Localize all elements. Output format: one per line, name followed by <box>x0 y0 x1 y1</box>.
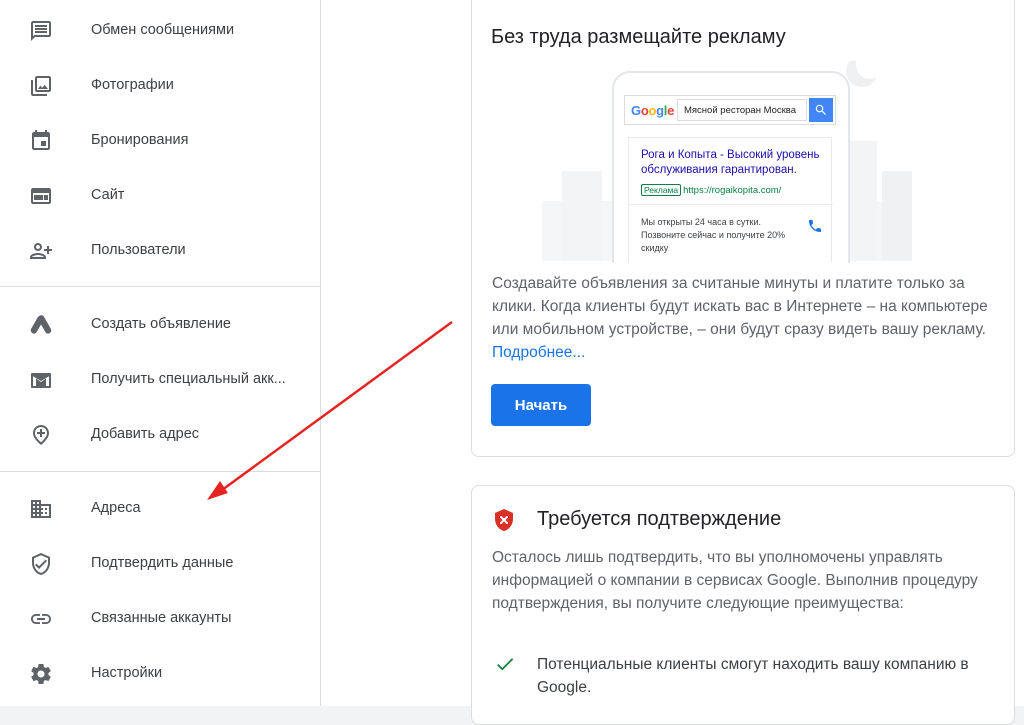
verification-card-title: Требуется подтверждение <box>537 508 782 530</box>
learn-more-link[interactable]: Подробнее... <box>492 344 585 361</box>
ad-url: https://rogaikopita.com/ <box>683 185 782 196</box>
sidebar-item-add-address[interactable]: Добавить адрес <box>0 414 320 454</box>
verified-shield-icon <box>28 551 54 577</box>
ad-badge: Реклама <box>641 184 682 196</box>
sidebar-divider <box>0 286 320 287</box>
search-icon <box>809 98 833 122</box>
verification-card: Требуется подтверждение Осталось лишь по… <box>471 485 1015 725</box>
sidebar-item-label: Настройки <box>91 665 163 681</box>
sidebar-item-messaging[interactable]: Обмен сообщениями <box>0 10 320 50</box>
sidebar-item-addresses[interactable]: Адреса <box>0 488 320 528</box>
ads-card-text: Создавайте объявления за считаные минуты… <box>492 275 988 338</box>
sidebar-item-website[interactable]: Сайт <box>0 175 320 215</box>
sidebar-item-label: Получить специальный акк... <box>91 371 286 387</box>
google-logo: Google <box>631 103 675 118</box>
google-search-bar: Google Мясной ресторан Москва <box>624 95 836 125</box>
message-icon <box>28 18 54 44</box>
check-icon <box>497 658 514 671</box>
sidebar-item-label: Пользователи <box>91 242 186 258</box>
sidebar-item-label: Бронирования <box>91 132 189 148</box>
sidebar-item-special-account[interactable]: Получить специальный акк... <box>0 359 320 399</box>
start-button[interactable]: Начать <box>491 384 591 426</box>
google-ads-icon <box>28 312 54 338</box>
ad-url-line: Реклама https://rogaikopita.com/ <box>641 184 781 196</box>
sidebar: Обмен сообщениями Фотографии Бронировани… <box>0 0 321 706</box>
ads-card: Без труда размещайте рекламу Google Мясн… <box>471 0 1015 457</box>
sidebar-item-settings[interactable]: Настройки <box>0 653 320 693</box>
photo-icon <box>28 73 54 99</box>
sidebar-item-label: Обмен сообщениями <box>91 22 235 38</box>
phone-mockup: Google Мясной ресторан Москва Рога и Коп… <box>612 71 850 263</box>
search-query: Мясной ресторан Москва <box>677 99 807 121</box>
ad-title: Рога и Копыта - Высокий уровень обслужив… <box>641 149 820 176</box>
benefit-text: Потенциальные клиенты смогут находить ва… <box>537 656 969 696</box>
sidebar-item-photos[interactable]: Фотографии <box>0 65 320 105</box>
sidebar-item-users[interactable]: Пользователи <box>0 230 320 270</box>
verification-card-text: Осталось лишь подтвердить, что вы уполно… <box>492 549 978 612</box>
sidebar-item-create-ad[interactable]: Создать объявление <box>0 304 320 344</box>
sidebar-item-label: Добавить адрес <box>91 426 200 442</box>
settings-icon <box>28 661 54 687</box>
sidebar-item-label: Адреса <box>91 500 141 516</box>
ads-card-description: Создавайте объявления за считаные минуты… <box>492 272 1002 364</box>
sidebar-item-label: Подтвердить данные <box>91 555 234 571</box>
calendar-icon <box>28 128 54 154</box>
shield-error-icon <box>495 509 513 531</box>
sidebar-item-label: Связанные аккаунты <box>91 610 232 626</box>
sidebar-item-verify[interactable]: Подтвердить данные <box>0 543 320 583</box>
sidebar-item-label: Фотографии <box>91 77 174 93</box>
building-icon <box>28 496 54 522</box>
gmail-icon <box>28 367 54 393</box>
ad-separator <box>629 204 833 205</box>
ad-description: Мы открыты 24 часа в сутки. Позвоните се… <box>641 217 786 253</box>
sidebar-item-label: Создать объявление <box>91 316 232 332</box>
add-person-icon <box>28 238 54 264</box>
add-location-icon <box>28 422 54 448</box>
sidebar-item-label: Сайт <box>91 187 125 203</box>
main-content: Без труда размещайте рекламу Google Мясн… <box>321 0 1024 725</box>
sidebar-item-bookings[interactable]: Бронирования <box>0 120 320 160</box>
phone-icon <box>807 218 823 239</box>
sidebar-divider <box>0 471 320 472</box>
ads-card-title: Без труда размещайте рекламу <box>491 26 786 48</box>
link-icon <box>28 606 54 632</box>
website-icon <box>28 183 54 209</box>
ad-preview: Рога и Копыта - Высокий уровень обслужив… <box>628 137 833 263</box>
sidebar-item-linked-accounts[interactable]: Связанные аккаунты <box>0 598 320 638</box>
